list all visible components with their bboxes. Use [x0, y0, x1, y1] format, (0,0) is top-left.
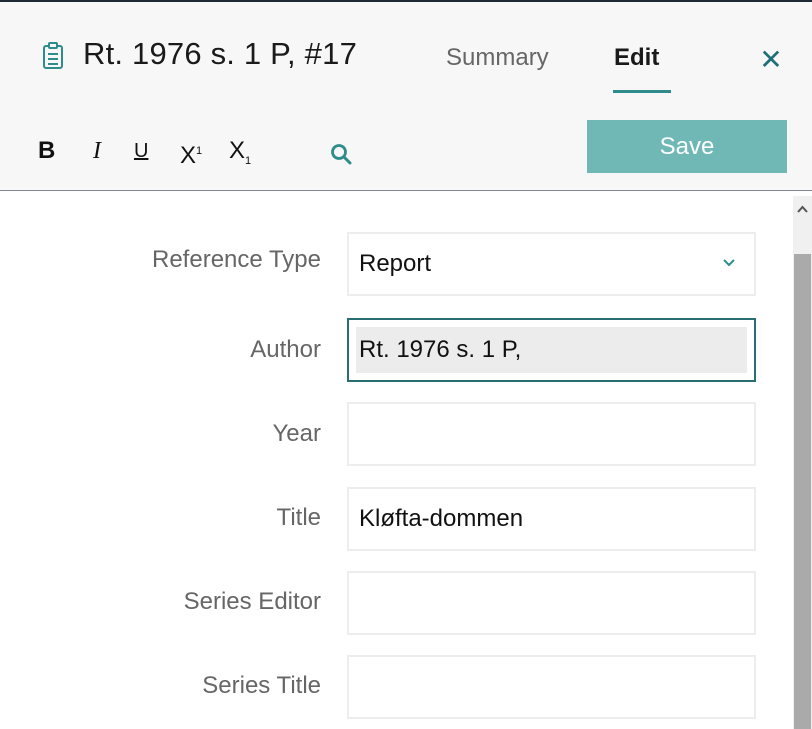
superscript-mark: 1	[196, 145, 203, 157]
chevron-down-icon	[723, 259, 735, 267]
chevron-up-icon[interactable]	[793, 196, 812, 222]
reference-type-label: Reference Type	[152, 246, 321, 273]
year-field[interactable]	[347, 402, 756, 466]
clipboard-icon	[43, 42, 63, 69]
year-label: Year	[272, 420, 322, 447]
author-field-value[interactable]: Rt. 1976 s. 1 P,	[356, 327, 747, 373]
reference-title: Rt. 1976 s. 1 P, #17	[83, 36, 358, 71]
tab-edit[interactable]: Edit	[614, 44, 659, 72]
subscript-mark: 1	[245, 154, 252, 167]
underline-button[interactable]: U	[134, 134, 148, 168]
italic-button[interactable]: I	[93, 134, 101, 168]
superscript-base: X	[180, 142, 197, 169]
reference-header: Rt. 1976 s. 1 P, #17 Summary Edit ✕ B I …	[0, 0, 812, 191]
scrollbar-thumb[interactable]	[794, 254, 811, 729]
tab-summary[interactable]: Summary	[446, 44, 549, 72]
active-tab-indicator	[613, 90, 671, 93]
reference-type-value: Report	[359, 250, 432, 277]
save-button[interactable]: Save	[587, 120, 787, 173]
title-field[interactable]: Kløfta-dommen	[347, 487, 756, 551]
series-title-label: Series Title	[202, 672, 321, 699]
subscript-base: X	[229, 137, 246, 164]
author-field[interactable]: Rt. 1976 s. 1 P,	[347, 318, 756, 382]
series-title-field[interactable]	[347, 655, 756, 719]
bold-button[interactable]: B	[38, 134, 55, 168]
subscript-button[interactable]: X1	[229, 134, 251, 168]
author-label: Author	[250, 336, 321, 363]
series-editor-label: Series Editor	[183, 588, 321, 615]
vertical-scrollbar[interactable]	[793, 196, 812, 729]
reference-type-select[interactable]: Report	[347, 232, 756, 296]
close-icon[interactable]: ✕	[756, 44, 786, 76]
series-editor-field[interactable]	[347, 571, 756, 635]
title-label: Title	[276, 504, 321, 531]
superscript-button[interactable]: X1	[180, 134, 203, 169]
search-icon[interactable]	[330, 143, 352, 165]
